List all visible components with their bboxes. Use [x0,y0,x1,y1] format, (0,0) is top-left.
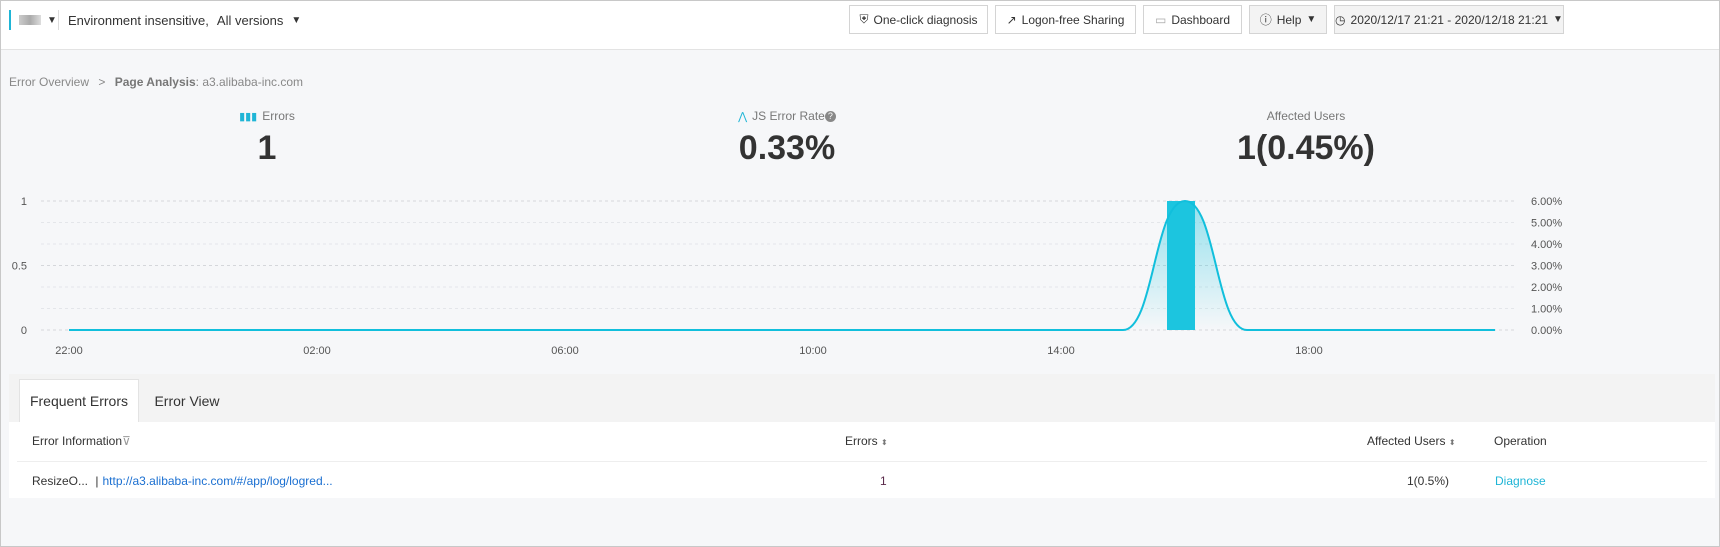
one-click-diagnosis-button[interactable]: ⛨ One-click diagnosis [849,5,988,34]
kpi-label: Affected Users [1266,109,1346,123]
kpi-value: 0.33% [738,129,836,167]
line-chart-icon: ⋀ [738,110,748,123]
header-errors[interactable]: Errors ⬍ [845,434,888,448]
question-icon[interactable]: ? [824,110,836,122]
breadcrumb-separator: > [98,75,106,89]
row-divider [17,461,1707,462]
external-link-icon: ↗ [1006,12,1017,27]
right-axis-tick-label: 3.00% [1531,261,1562,273]
right-axis-tick-label: 6.00% [1531,196,1562,208]
kpi-js-error-rate: ⋀ JS Error Rate? 0.33% [637,109,937,168]
kpi-label: JS Error Rate [752,109,825,123]
button-label: Logon-free Sharing [1021,12,1125,27]
x-axis-tick-label: 02:00 [303,345,331,357]
bar-chart-icon: ▮▮▮ [239,110,258,123]
info-icon: ⓘ [1259,13,1272,27]
sort-icon[interactable]: ⬍ [1449,438,1456,447]
kpi-affected-users: Affected Users 1(0.45%) [1156,109,1456,168]
right-axis-tick-label: 5.00% [1531,218,1562,230]
header-label: Errors [845,434,878,448]
x-axis-tick-label: 22:00 [55,345,83,357]
help-button[interactable]: ⓘ Help ▼ [1249,5,1327,34]
breadcrumb-current-label: Page Analysis [114,75,196,89]
row-errors-count: 1 [880,474,887,488]
logon-free-sharing-button[interactable]: ↗ Logon-free Sharing [995,5,1136,34]
error-name[interactable]: ResizeO... [32,474,88,488]
kpi-label: Errors [262,109,295,123]
filter-icon[interactable]: ⊽ [122,434,131,448]
row-affected-users: 1(0.5%) [1407,474,1450,488]
separator: | [95,474,99,488]
kpi-value: 1(0.45%) [1237,129,1375,167]
header-error-information[interactable]: Error Information⊽ [32,434,131,448]
left-axis-tick-label: 1 [21,196,27,208]
sort-icon[interactable]: ⬍ [881,438,888,447]
app-name-blurred [19,15,41,25]
time-range-picker[interactable]: ◷ 2020/12/17 21:21 - 2020/12/18 21:21 ▼ [1334,5,1564,34]
breadcrumb-error-overview[interactable]: Error Overview [9,75,89,89]
time-range-label: 2020/12/17 21:21 - 2020/12/18 21:21 [1350,12,1549,27]
header-operation: Operation [1494,434,1547,448]
header-affected-users[interactable]: Affected Users ⬍ [1367,434,1456,448]
app-selector[interactable]: ▼ [9,10,57,30]
caret-down-icon: ▼ [47,14,57,26]
top-bar: ▼ Environment insensitive, All versions ▼ … [1,1,1719,50]
kpi-value: 1 [257,129,277,167]
right-axis-tick-label: 2.00% [1531,282,1562,294]
errors-table: Error Information⊽ Errors ⬍ Affected Use… [9,422,1715,498]
button-label: Help [1276,12,1302,27]
tab-error-view[interactable]: Error View [139,379,235,422]
caret-down-icon: ▼ [291,14,302,26]
table-row: ResizeO... | http://a3.alibaba-inc.com/#/… [32,474,333,488]
errors-chart: 0.00% 1.00% 2.00% 3.00% 4.00% 5.00% 6.00% 0 0.5 1… [12,196,1563,357]
tab-frequent-errors[interactable]: Frequent Errors [19,379,139,422]
monitor-icon: ▭ [1154,12,1167,27]
environment-label: Environment insensitive, [68,12,209,28]
error-bar [1167,201,1195,330]
left-axis-tick-label: 0.5 [12,261,27,273]
x-axis-tick-label: 18:00 [1295,345,1323,357]
right-axis-tick-label: 0.00% [1531,325,1562,337]
right-axis-tick-label: 1.00% [1531,304,1562,316]
header-label: Affected Users [1367,434,1446,448]
header-label: Error Information [32,434,123,448]
x-axis-tick-label: 14:00 [1047,345,1075,357]
breadcrumb-current-value: : a3.alibaba-inc.com [195,75,304,89]
button-label: Dashboard [1171,12,1231,27]
diagnose-link[interactable]: Diagnose [1495,474,1546,488]
breadcrumb: Error Overview > Page Analysis: a3.aliba… [9,75,303,89]
version-label: All versions [216,12,284,28]
shield-icon: ⛨ [859,12,869,26]
caret-down-icon: ▼ [1306,14,1317,25]
left-axis-tick-label: 0 [21,325,27,337]
x-axis-tick-label: 06:00 [551,345,579,357]
environment-selector[interactable]: Environment insensitive, All versions ▼ [58,10,301,30]
error-tabs: Frequent Errors Error View [9,374,1715,422]
clock-icon: ◷ [1335,12,1346,27]
button-label: One-click diagnosis [873,12,978,27]
caret-down-icon: ▼ [1553,14,1563,25]
error-url-link[interactable]: http://a3.alibaba-inc.com/#/app/log/logr… [102,474,332,488]
dashboard-button[interactable]: ▭ Dashboard [1143,5,1242,34]
x-axis-tick-label: 10:00 [799,345,827,357]
kpi-errors: ▮▮▮ Errors 1 [117,109,417,168]
right-axis-tick-label: 4.00% [1531,239,1562,251]
